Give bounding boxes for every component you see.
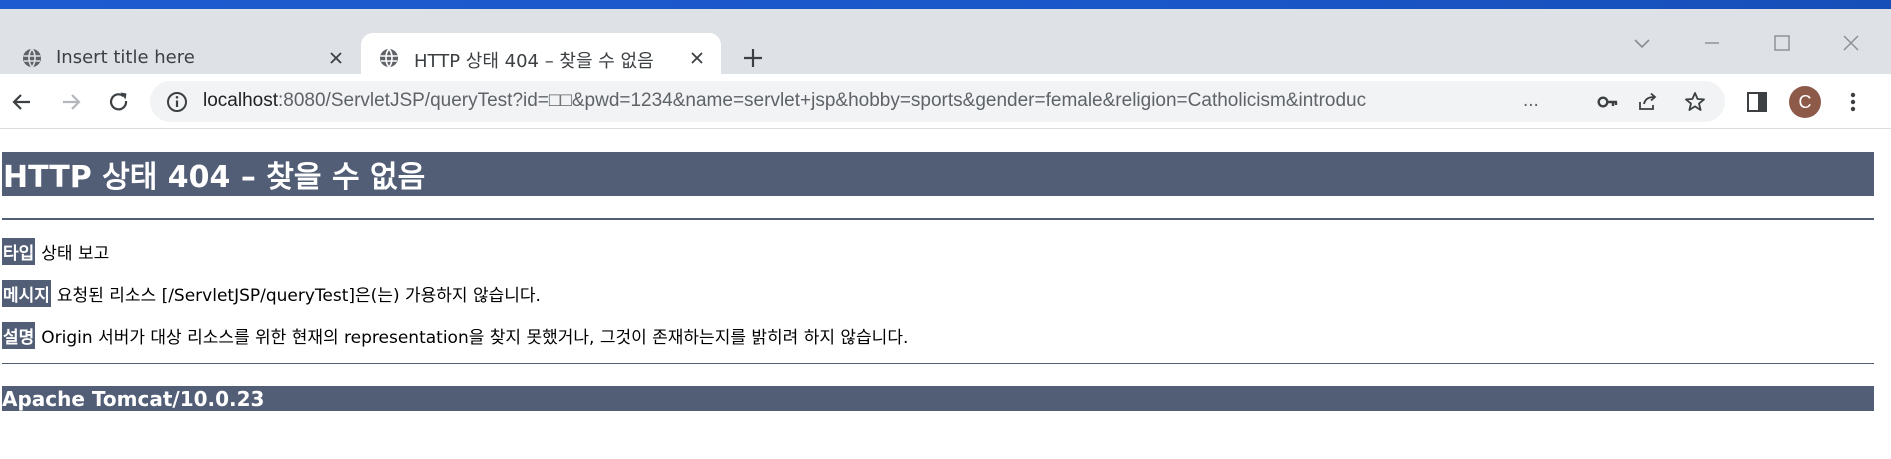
- window-accent-strip: [0, 0, 1891, 9]
- type-row: 타입 상태 보고: [2, 238, 109, 265]
- page-title: HTTP 상태 404 – 찾을 수 없음: [2, 152, 1874, 196]
- page-content: HTTP 상태 404 – 찾을 수 없음 타입 상태 보고 메시지 요청된 리…: [0, 130, 1891, 459]
- browser-titlebar: Insert title here HTTP 상태 404 – 찾을 수 없음: [0, 0, 1891, 83]
- url-ellipsis: ...: [1523, 90, 1539, 111]
- browser-toolbar: localhost:8080/ServletJSP/queryTest?id=□…: [0, 74, 1891, 129]
- url-text: localhost:8080/ServletJSP/queryTest?id=□…: [203, 90, 1523, 112]
- message-row: 메시지 요청된 리소스 [/ServletJSP/queryTest]은(는) …: [2, 280, 541, 307]
- tab-title: Insert title here: [56, 47, 195, 68]
- key-icon[interactable]: [1596, 90, 1620, 114]
- tab-strip: Insert title here HTTP 상태 404 – 찾을 수 없음: [0, 9, 1891, 83]
- url-path: :8080/ServletJSP/queryTest?id=□□&pwd=123…: [278, 90, 1367, 111]
- address-bar[interactable]: localhost:8080/ServletJSP/queryTest?id=□…: [150, 81, 1725, 122]
- new-tab-plus-icon[interactable]: [740, 45, 766, 71]
- divider: [2, 363, 1874, 364]
- server-footer: Apache Tomcat/10.0.23: [2, 386, 1874, 411]
- divider: [2, 218, 1874, 220]
- type-value: 상태 보고: [41, 244, 110, 264]
- share-icon[interactable]: [1636, 90, 1660, 114]
- minimize-icon[interactable]: [1700, 31, 1724, 55]
- tab-search-chevron-icon[interactable]: [1630, 31, 1654, 55]
- type-label: 타입: [2, 238, 36, 265]
- close-window-icon[interactable]: [1839, 31, 1863, 55]
- globe-icon: [380, 48, 398, 68]
- back-arrow-icon[interactable]: [9, 89, 35, 115]
- forward-arrow-icon[interactable]: [58, 89, 84, 115]
- description-value: Origin 서버가 대상 리소스를 위한 현재의 representation…: [41, 328, 909, 348]
- description-row: 설명 Origin 서버가 대상 리소스를 위한 현재의 representat…: [2, 322, 908, 349]
- tab-title: HTTP 상태 404 – 찾을 수 없음: [414, 51, 654, 72]
- message-label: 메시지: [2, 280, 51, 307]
- bookmark-star-icon[interactable]: [1683, 90, 1707, 114]
- more-menu-icon[interactable]: [1840, 89, 1866, 115]
- close-tab-icon[interactable]: [324, 46, 348, 70]
- close-tab-icon[interactable]: [685, 46, 709, 70]
- globe-icon: [23, 48, 41, 68]
- url-host: localhost: [203, 90, 278, 111]
- profile-avatar[interactable]: C: [1789, 86, 1821, 118]
- site-info-icon[interactable]: [166, 91, 188, 113]
- side-panel-icon[interactable]: [1744, 89, 1770, 115]
- description-label: 설명: [2, 322, 36, 349]
- reload-icon[interactable]: [106, 89, 132, 115]
- maximize-icon[interactable]: [1770, 31, 1794, 55]
- message-value: 요청된 리소스 [/ServletJSP/queryTest]은(는) 가용하지…: [56, 286, 541, 306]
